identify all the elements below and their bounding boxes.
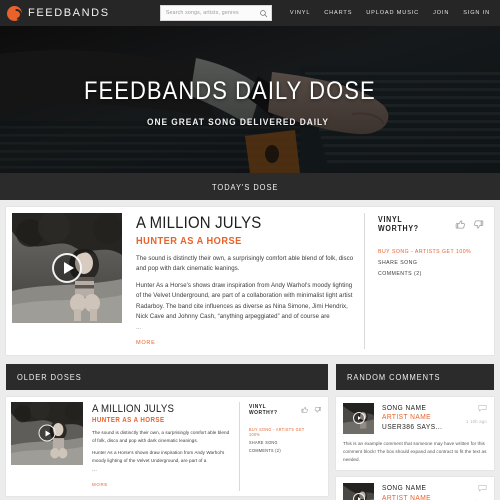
comment-user-name: USER386 SAYS... xyxy=(382,421,443,431)
comment-bubble-icon[interactable] xyxy=(478,404,487,412)
hero-subtitle: ONE GREAT SONG DELIVERED DAILY xyxy=(146,117,329,128)
site-logo[interactable]: FEEDBANDS xyxy=(7,5,110,21)
featured-dose-card: A MILLION JULYS HUNTER AS A HORSE The so… xyxy=(6,207,494,355)
older-dose-info: A MILLION JULYS HUNTER AS A HORSE The so… xyxy=(83,402,239,491)
song-description-paragraph-2: Hunter As a Horse's shows draw inspirati… xyxy=(92,450,225,464)
comment-timestamp: 1 10h ago xyxy=(466,418,487,424)
buy-song-link[interactable]: BUY SONG - ARTISTS GET 100% xyxy=(378,249,471,255)
random-comments-column: RANDOM COMMENTS SONG NAME ARTIST NAME US… xyxy=(336,363,494,500)
comment-side-meta: 1 10h ago xyxy=(466,483,487,500)
lower-columns: OLDER DOSES A MILLION JULYS HUNTER AS A … xyxy=(6,363,494,500)
comment-body-text: This is an example comment that someone … xyxy=(343,440,487,462)
vote-buttons xyxy=(455,219,484,230)
play-button[interactable] xyxy=(352,412,365,425)
more-link[interactable]: MORE xyxy=(136,340,156,346)
description-truncation: ... xyxy=(92,465,98,473)
song-title: A MILLION JULYS xyxy=(136,213,262,232)
song-description-paragraph-1: The sound is distinctly their own, a sur… xyxy=(136,254,354,273)
featured-song-info: A MILLION JULYS HUNTER AS A HORSE The so… xyxy=(122,213,364,349)
vinyl-worthy-title: VINYL WORTHY? xyxy=(249,403,278,416)
nav-link-charts[interactable]: CHARTS xyxy=(317,10,359,16)
vinyl-worthy-panel: VINYL WORTHY? BUY SONG - ARTISTS GET 100… xyxy=(364,213,488,349)
thumbs-up-icon[interactable] xyxy=(455,219,466,230)
nav-link-join[interactable]: JOIN xyxy=(426,10,456,16)
search-input[interactable] xyxy=(165,10,258,16)
share-song-link[interactable]: SHARE SONG xyxy=(378,260,471,266)
vinyl-worthy-header: VINYL WORTHY? xyxy=(378,215,484,233)
page-body: A MILLION JULYS HUNTER AS A HORSE The so… xyxy=(0,200,500,500)
nav-link-upload-music[interactable]: UPLOAD MUSIC xyxy=(359,10,426,16)
panel-action-links: BUY SONG - ARTISTS GET 100% SHARE SONG C… xyxy=(378,249,484,277)
older-dose-album-art[interactable] xyxy=(11,401,83,465)
comment-album-art[interactable] xyxy=(343,402,374,434)
comments-link[interactable]: COMMENTS (2) xyxy=(249,448,312,453)
comment-card: SONG NAME ARTIST NAME USER386 SAYS... 1 … xyxy=(336,396,494,471)
artist-name[interactable]: HUNTER AS A HORSE xyxy=(136,235,354,247)
comment-meta: SONG NAME ARTIST NAME USER386 SAYS... xyxy=(374,483,466,500)
panel-action-links: BUY SONG - ARTISTS GET 100% SHARE SONG C… xyxy=(249,427,321,453)
top-navigation-bar: FEEDBANDS VINYL CHARTS UPLOAD MUSIC JOIN… xyxy=(0,0,500,26)
todays-dose-label: TODAY'S DOSE xyxy=(212,181,279,192)
random-comments-label: RANDOM COMMENTS xyxy=(347,371,441,382)
thumbs-up-icon[interactable] xyxy=(301,406,309,414)
comment-header: SONG NAME ARTIST NAME USER386 SAYS... 1 … xyxy=(343,483,487,500)
nav-link-sign-in[interactable]: SIGN IN xyxy=(456,10,492,16)
comment-album-art[interactable] xyxy=(343,483,374,500)
play-button[interactable] xyxy=(352,492,365,500)
comment-side-meta: 1 10h ago xyxy=(466,403,487,434)
hero-title: FEEDBANDS DAILY DOSE xyxy=(84,77,376,105)
comment-bubble-icon[interactable] xyxy=(478,484,487,493)
vinyl-worthy-header: VINYL WORTHY? xyxy=(249,404,321,416)
older-doses-column: OLDER DOSES A MILLION JULYS HUNTER AS A … xyxy=(6,363,328,500)
play-icon xyxy=(45,430,51,437)
description-truncation: ... xyxy=(136,323,142,331)
hero-banner: FEEDBANDS DAILY DOSE ONE GREAT SONG DELI… xyxy=(0,26,500,173)
vinyl-worthy-panel: VINYL WORTHY? BUY SONG - ARTISTS GET 100… xyxy=(239,401,323,491)
featured-album-art[interactable] xyxy=(12,213,122,323)
nav-right-group: VINYL CHARTS UPLOAD MUSIC JOIN SIGN IN xyxy=(159,5,492,21)
comments-link[interactable]: COMMENTS (2) xyxy=(378,271,471,277)
play-button[interactable] xyxy=(38,424,56,442)
comment-meta: SONG NAME ARTIST NAME USER386 SAYS... xyxy=(374,403,466,434)
comment-header: SONG NAME ARTIST NAME USER386 SAYS... 1 … xyxy=(343,402,487,434)
song-title: A MILLION JULYS xyxy=(92,402,175,415)
comment-card: SONG NAME ARTIST NAME USER386 SAYS... 1 … xyxy=(336,477,494,500)
play-icon xyxy=(63,262,74,274)
section-header-older-doses: OLDER DOSES xyxy=(6,363,328,390)
section-header-random-comments: RANDOM COMMENTS xyxy=(336,363,494,390)
song-description-paragraph-2: Hunter As a Horse's shows draw inspirati… xyxy=(136,281,353,321)
comment-artist-name[interactable]: ARTIST NAME xyxy=(382,493,466,500)
thumbs-down-icon[interactable] xyxy=(314,406,322,414)
logo-text: FEEDBANDS xyxy=(28,7,110,19)
older-dose-row: A MILLION JULYS HUNTER AS A HORSE The so… xyxy=(6,396,328,496)
hero-text-block: FEEDBANDS DAILY DOSE ONE GREAT SONG DELI… xyxy=(0,26,500,173)
section-header-todays-dose: TODAY'S DOSE xyxy=(0,173,500,200)
comment-song-name: SONG NAME xyxy=(382,402,427,412)
song-description-paragraph-1: The sound is distinctly their own, a sur… xyxy=(92,430,230,443)
thumbs-down-icon[interactable] xyxy=(473,219,484,230)
play-icon xyxy=(357,416,361,421)
buy-song-link[interactable]: BUY SONG - ARTISTS GET 100% xyxy=(249,427,312,437)
nav-link-vinyl[interactable]: VINYL xyxy=(283,10,317,16)
comment-artist-name[interactable]: ARTIST NAME xyxy=(382,412,466,422)
play-button[interactable] xyxy=(52,253,82,283)
older-doses-label: OLDER DOSES xyxy=(17,371,82,382)
artist-name[interactable]: HUNTER AS A HORSE xyxy=(92,417,233,424)
comment-song-name: SONG NAME xyxy=(382,483,427,493)
search-icon[interactable] xyxy=(259,9,268,18)
feedbands-swirl-logo-icon xyxy=(7,5,22,21)
more-link[interactable]: MORE xyxy=(92,482,108,487)
search-box[interactable] xyxy=(159,5,272,21)
vote-buttons xyxy=(301,406,321,414)
vinyl-worthy-title: VINYL WORTHY? xyxy=(378,215,419,233)
share-song-link[interactable]: SHARE SONG xyxy=(249,440,312,445)
